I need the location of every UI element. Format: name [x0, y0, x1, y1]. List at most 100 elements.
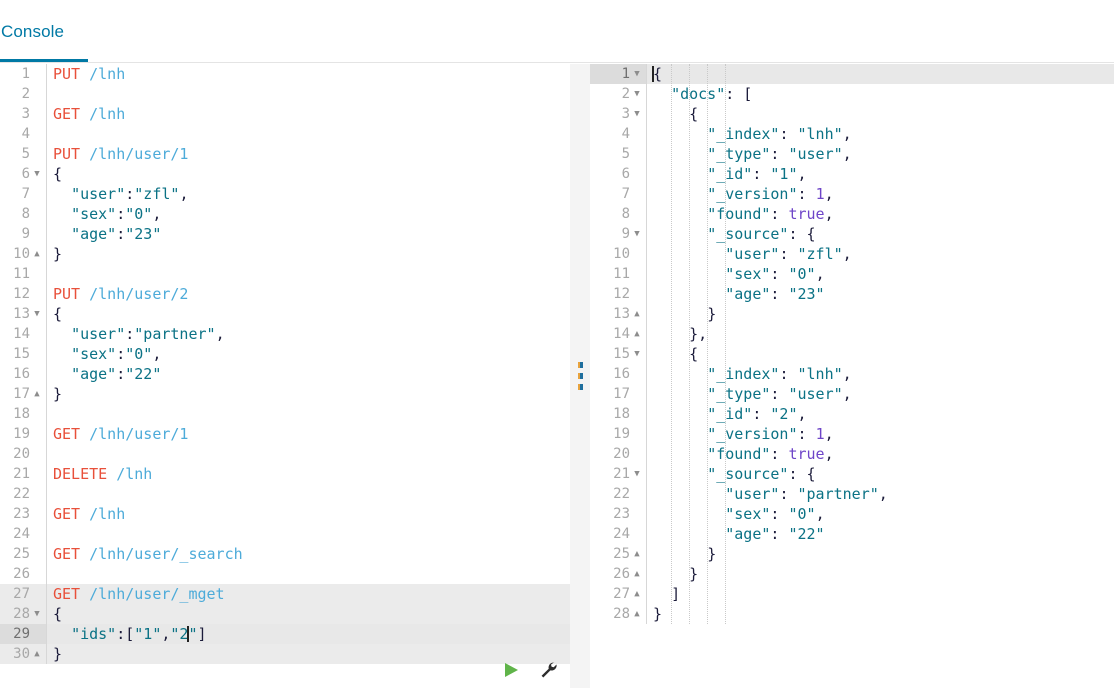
line-number: 26 [13, 566, 30, 582]
fold-down-icon[interactable]: ▼ [630, 224, 644, 244]
line-number-gutter: 5 [0, 144, 46, 164]
fold-up-icon[interactable]: ▲ [630, 604, 644, 624]
token-method: GET [53, 585, 81, 603]
code-line[interactable]: 9 "age":"23" [0, 224, 570, 244]
code-line[interactable]: 23 GET /lnh [0, 504, 570, 524]
code-line[interactable]: 13 ▲ } [590, 304, 1114, 324]
code-line[interactable]: 21 ▼ "_source": { [590, 464, 1114, 484]
fold-up-icon[interactable]: ▲ [630, 324, 644, 344]
code-line[interactable]: 12 "age": "23" [590, 284, 1114, 304]
code-line[interactable]: 11 "sex": "0", [590, 264, 1114, 284]
code-line[interactable]: 13 ▼ { [0, 304, 570, 324]
fold-up-icon[interactable]: ▲ [30, 644, 44, 664]
code-line[interactable]: 2 ▼ "docs": [ [590, 84, 1114, 104]
token-key: "sex" [725, 265, 771, 283]
code-line[interactable]: 22 [0, 484, 570, 504]
fold-down-icon[interactable]: ▼ [630, 104, 644, 124]
code-line[interactable]: 26 ▲ } [590, 564, 1114, 584]
code-line[interactable]: 7 "_version": 1, [590, 184, 1114, 204]
code-line[interactable]: 17 ▲} [0, 384, 570, 404]
code-line[interactable]: 22 "user": "partner", [590, 484, 1114, 504]
code-line[interactable]: 8 "found": true, [590, 204, 1114, 224]
token-url: /lnh [89, 505, 126, 523]
pane-splitter[interactable] [570, 64, 590, 688]
code-line[interactable]: 29 "ids":["1","2"] [0, 624, 570, 644]
code-line[interactable]: 4 [0, 124, 570, 144]
fold-down-icon[interactable]: ▼ [630, 344, 644, 364]
code-line[interactable]: 1 PUT /lnh [0, 64, 570, 84]
fold-up-icon[interactable]: ▲ [30, 244, 44, 264]
token-key: "_type" [707, 385, 771, 403]
line-number-gutter: 25 ▲ [590, 544, 646, 564]
code-line[interactable]: 6 "_id": "1", [590, 164, 1114, 184]
code-line[interactable]: 3 ▼ { [590, 104, 1114, 124]
code-line[interactable]: 1 ▼ { [590, 64, 1114, 84]
code-line[interactable]: 12 PUT /lnh/user/2 [0, 284, 570, 304]
token-punc: : [752, 165, 771, 183]
fold-down-icon[interactable]: ▼ [30, 304, 44, 324]
token-bool: true [788, 205, 825, 223]
code-line[interactable]: 9 ▼ "_source": { [590, 224, 1114, 244]
line-number-gutter: 22 [590, 484, 646, 504]
code-line-text: "_version": 1, [647, 424, 1114, 444]
code-line[interactable]: 19 "_version": 1, [590, 424, 1114, 444]
code-line[interactable]: 6 ▼ { [0, 164, 570, 184]
code-line[interactable]: 7 "user":"zfl", [0, 184, 570, 204]
play-icon[interactable] [500, 659, 522, 681]
code-line[interactable]: 10 "user": "zfl", [590, 244, 1114, 264]
code-line[interactable]: 27 ▲ ] [590, 584, 1114, 604]
token-key: "sex" [725, 505, 771, 523]
fold-up-icon[interactable]: ▲ [630, 544, 644, 564]
code-line[interactable]: 5 PUT /lnh/user/1 [0, 144, 570, 164]
code-line[interactable]: 17 "_type": "user", [590, 384, 1114, 404]
fold-down-icon[interactable]: ▼ [630, 84, 644, 104]
fold-down-icon[interactable]: ▼ [30, 164, 44, 184]
fold-up-icon[interactable]: ▲ [30, 384, 44, 404]
request-editor-code[interactable]: 1 PUT /lnh 2 3 GET /lnh 4 5 PUT /lnh/user/1 6 ▼{7… [0, 64, 570, 664]
code-line[interactable]: 20 [0, 444, 570, 464]
code-line[interactable]: 10 ▲} [0, 244, 570, 264]
fold-down-icon[interactable]: ▼ [630, 64, 644, 84]
code-line[interactable]: 25 ▲ } [590, 544, 1114, 564]
code-line[interactable]: 2 [0, 84, 570, 104]
code-line[interactable]: 16 "_index": "lnh", [590, 364, 1114, 384]
code-line[interactable]: 25 GET /lnh/user/_search [0, 544, 570, 564]
code-line[interactable]: 14 ▲ }, [590, 324, 1114, 344]
code-line[interactable]: 23 "sex": "0", [590, 504, 1114, 524]
request-editor-pane[interactable]: 1 PUT /lnh 2 3 GET /lnh 4 5 PUT /lnh/user/1 6 ▼{7… [0, 64, 570, 688]
code-line[interactable]: 20 "found": true, [590, 444, 1114, 464]
response-viewer-pane[interactable]: 1 ▼{2 ▼ "docs": [3 ▼ {4 "_index": "lnh", 5 "… [590, 64, 1114, 688]
code-line[interactable]: 30 ▲} [0, 644, 570, 664]
fold-up-icon[interactable]: ▲ [630, 304, 644, 324]
response-viewer-code[interactable]: 1 ▼{2 ▼ "docs": [3 ▼ {4 "_index": "lnh", 5 "… [590, 64, 1114, 624]
code-line[interactable]: 3 GET /lnh [0, 104, 570, 124]
code-line[interactable]: 21 DELETE /lnh [0, 464, 570, 484]
line-number-gutter: 16 [590, 364, 646, 384]
code-line[interactable]: 19 GET /lnh/user/1 [0, 424, 570, 444]
fold-up-icon[interactable]: ▲ [630, 564, 644, 584]
fold-down-icon[interactable]: ▼ [630, 464, 644, 484]
code-line[interactable]: 24 "age": "22" [590, 524, 1114, 544]
code-line[interactable]: 11 [0, 264, 570, 284]
code-line[interactable]: 8 "sex":"0", [0, 204, 570, 224]
line-number-gutter: 20 [590, 444, 646, 464]
code-line[interactable]: 26 [0, 564, 570, 584]
code-line[interactable]: 27 GET /lnh/user/_mget [0, 584, 570, 604]
code-line[interactable]: 15 ▼ { [590, 344, 1114, 364]
code-line[interactable]: 14 "user":"partner", [0, 324, 570, 344]
code-line[interactable]: 15 "sex":"0", [0, 344, 570, 364]
code-line[interactable]: 18 [0, 404, 570, 424]
code-line[interactable]: 24 [0, 524, 570, 544]
fold-down-icon[interactable]: ▼ [30, 604, 44, 624]
code-line[interactable]: 18 "_id": "2", [590, 404, 1114, 424]
fold-up-icon[interactable]: ▲ [630, 584, 644, 604]
line-number-gutter: 7 [0, 184, 46, 204]
wrench-icon[interactable] [538, 659, 560, 681]
line-number: 27 [13, 586, 30, 602]
code-line[interactable]: 5 "_type": "user", [590, 144, 1114, 164]
code-line[interactable]: 16 "age":"22" [0, 364, 570, 384]
code-line[interactable]: 4 "_index": "lnh", [590, 124, 1114, 144]
tab-console[interactable]: Console [0, 0, 82, 63]
code-line[interactable]: 28 ▼ { [0, 604, 570, 624]
code-line[interactable]: 28 ▲} [590, 604, 1114, 624]
